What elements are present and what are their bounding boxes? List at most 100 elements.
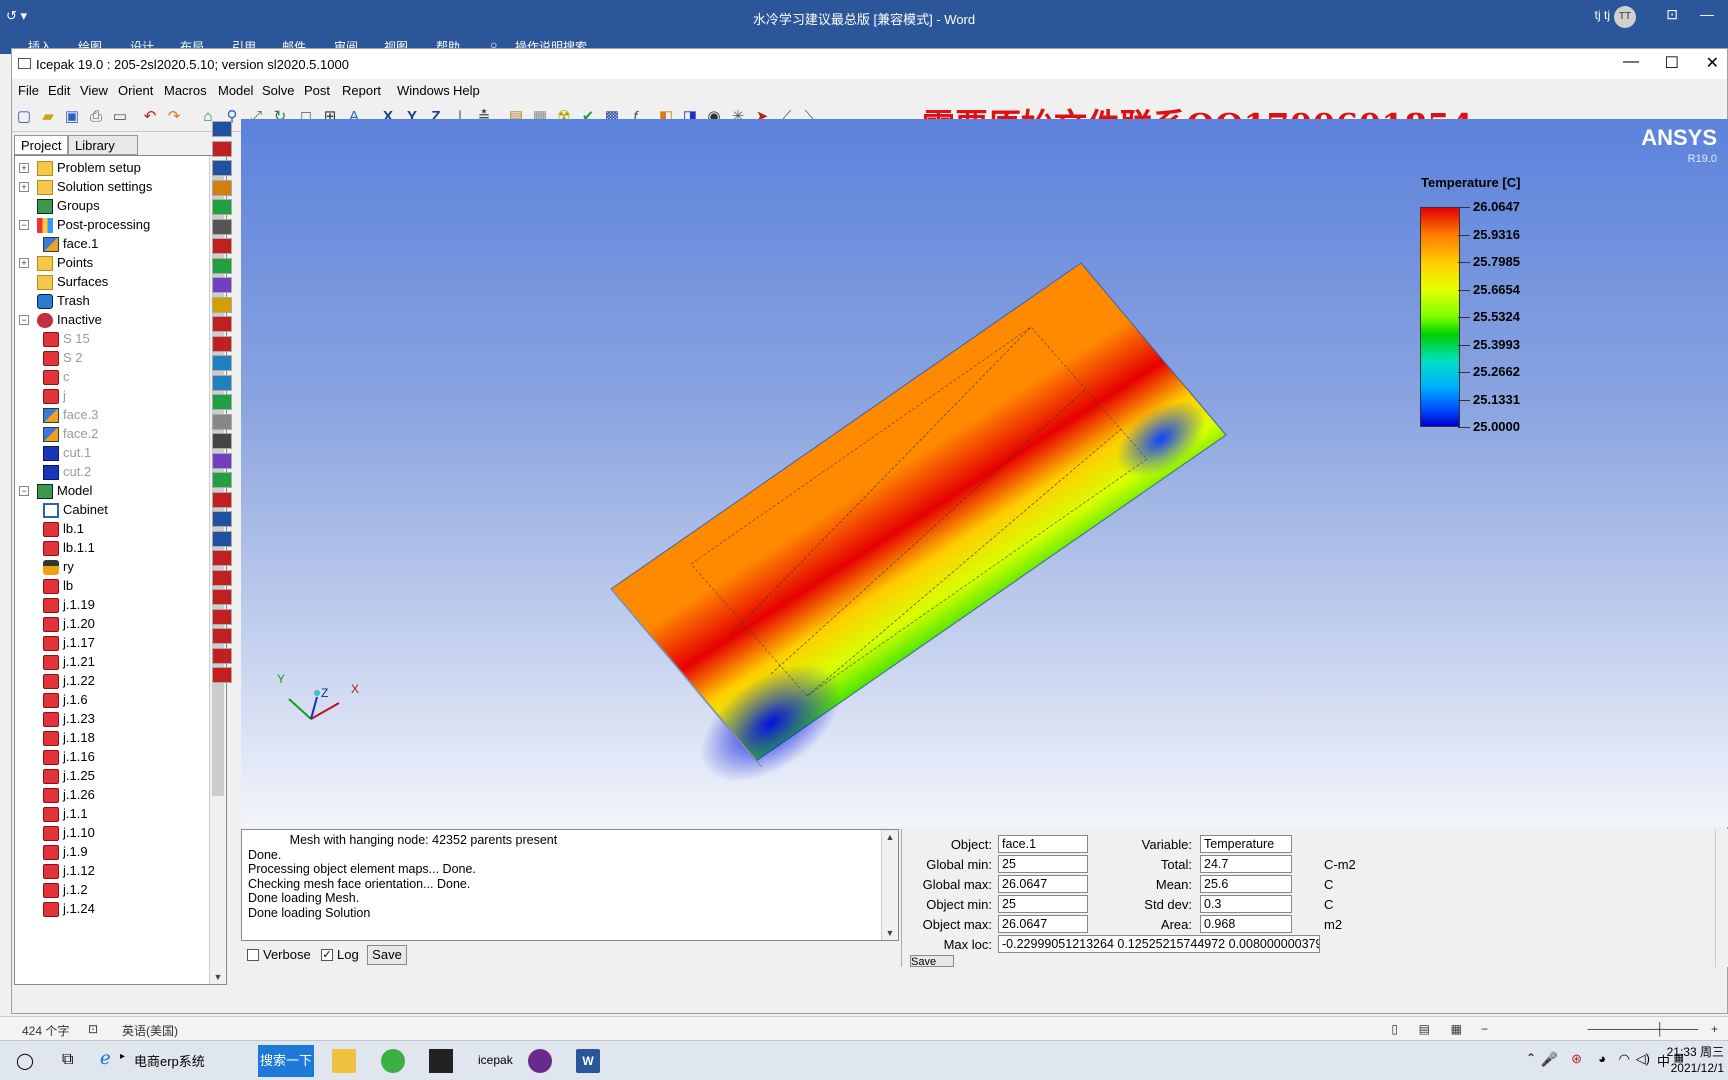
app-icon[interactable]	[528, 1049, 552, 1073]
variable-field[interactable]: Temperature	[1200, 835, 1292, 853]
save-icon[interactable]: ▣	[62, 107, 82, 127]
object-tool-icon[interactable]	[212, 218, 232, 235]
zoom-in-icon[interactable]: +	[1711, 1022, 1718, 1036]
qq-icon[interactable]: ◕	[1598, 1051, 1606, 1066]
print-icon[interactable]: ⎙	[86, 107, 106, 127]
std-dev-field[interactable]: 0.3	[1200, 895, 1292, 913]
icepak-taskbar-item[interactable]: icepak	[478, 1053, 513, 1067]
collapse-icon[interactable]: −	[19, 315, 29, 325]
task-view-icon[interactable]: ⧉	[62, 1051, 73, 1069]
tab-project[interactable]: Project	[14, 135, 68, 155]
collapse-icon[interactable]: −	[19, 220, 29, 230]
undo-icon[interactable]: ↶	[140, 107, 160, 127]
object-tool-icon[interactable]	[212, 608, 232, 625]
menu-windows[interactable]: Windows	[397, 83, 450, 98]
menu-post[interactable]: Post	[304, 83, 330, 98]
object-tool-icon[interactable]	[212, 491, 232, 508]
log-scrollbar[interactable]: ▲ ▼	[881, 830, 898, 940]
save-log-button[interactable]: Save	[367, 945, 407, 965]
total-field[interactable]: 24.7	[1200, 855, 1292, 873]
redo-icon[interactable]: ↷	[164, 107, 184, 127]
zoom-slider[interactable]: ────────┼────	[1587, 1022, 1698, 1036]
browser-dropdown-icon[interactable]: ▸	[120, 1051, 125, 1062]
system-clock[interactable]: 21:33 周三 2021/12/1	[1667, 1044, 1724, 1076]
menu-solve[interactable]: Solve	[262, 83, 295, 98]
tab-library[interactable]: Library	[68, 135, 138, 155]
menu-macros[interactable]: Macros	[164, 83, 207, 98]
microphone-icon[interactable]: 🎤	[1541, 1051, 1558, 1068]
mean-field[interactable]: 25.6	[1200, 875, 1292, 893]
object-tool-icon[interactable]	[212, 296, 232, 313]
area-field[interactable]: 0.968	[1200, 915, 1292, 933]
object-tool-icon[interactable]	[212, 511, 232, 527]
menu-help[interactable]: Help	[453, 83, 480, 98]
results-scrollbar[interactable]	[1715, 829, 1728, 967]
menu-view[interactable]: View	[80, 83, 108, 98]
file-explorer-icon[interactable]	[332, 1049, 356, 1073]
security-icon[interactable]: ⊛	[1571, 1051, 1582, 1067]
object-field[interactable]: face.1	[998, 835, 1088, 853]
network-icon[interactable]: ◠	[1619, 1051, 1630, 1067]
object-tool-icon[interactable]	[212, 413, 232, 430]
object-tool-icon[interactable]	[212, 628, 232, 644]
object-tool-icon[interactable]	[212, 589, 232, 605]
proofing-icon[interactable]: ⊡	[88, 1022, 98, 1036]
expand-icon[interactable]: +	[19, 258, 29, 268]
maximize-icon[interactable]: ☐	[1665, 53, 1679, 73]
verbose-checkbox[interactable]	[247, 949, 259, 961]
avatar[interactable]: TT	[1614, 6, 1636, 28]
display-icon[interactable]: ▭	[110, 107, 130, 127]
menu-edit[interactable]: Edit	[48, 83, 70, 98]
graphics-viewport[interactable]: ANSYS R19.0 Temperature [C] 26.0647 25.93…	[241, 119, 1728, 827]
object-tool-icon[interactable]	[212, 550, 232, 566]
start-circle-icon[interactable]: ◯	[16, 1051, 34, 1071]
message-log[interactable]: Mesh with hanging node: 42352 parents pr…	[241, 829, 899, 941]
object-tool-icon[interactable]	[212, 160, 232, 176]
new-project-icon[interactable]: ▢	[14, 107, 34, 127]
global-min-field[interactable]: 25	[998, 855, 1088, 873]
object-tool-icon[interactable]	[212, 179, 232, 196]
object-tool-icon[interactable]	[212, 452, 232, 469]
menu-report[interactable]: Report	[342, 83, 381, 98]
expand-icon[interactable]: +	[19, 182, 29, 192]
object-tool-icon[interactable]	[212, 667, 232, 683]
object-min-field[interactable]: 25	[998, 895, 1088, 913]
web-layout-icon[interactable]: ▦	[1451, 1022, 1462, 1036]
minimize-icon[interactable]: —	[1623, 53, 1639, 71]
object-tool-icon[interactable]	[212, 277, 232, 293]
object-tool-icon[interactable]	[212, 121, 232, 137]
object-max-field[interactable]: 26.0647	[998, 915, 1088, 933]
object-tool-icon[interactable]	[212, 199, 232, 215]
global-max-field[interactable]: 26.0647	[998, 875, 1088, 893]
object-tool-icon[interactable]	[212, 394, 232, 410]
log-checkbox[interactable]: ✓	[321, 949, 333, 961]
collapse-icon[interactable]: −	[19, 486, 29, 496]
object-tool-icon[interactable]	[212, 140, 232, 157]
expand-icon[interactable]: +	[19, 163, 29, 173]
search-button[interactable]: 搜索一下	[258, 1045, 314, 1077]
scroll-up-icon[interactable]: ▲	[882, 832, 898, 842]
word-icon[interactable]: W	[576, 1049, 600, 1073]
close-icon[interactable]: ✕	[1706, 53, 1719, 73]
word-count[interactable]: 424 个字	[22, 1022, 69, 1039]
object-tool-icon[interactable]	[212, 569, 232, 586]
object-tool-icon[interactable]	[212, 374, 232, 391]
zoom-out-icon[interactable]: −	[1481, 1022, 1488, 1036]
object-tool-icon[interactable]	[212, 647, 232, 664]
max-loc-field[interactable]: -0.22999051213264 0.12525215744972 0.008…	[998, 935, 1320, 953]
browser-tab-title[interactable]: 电商erp系统	[134, 1051, 205, 1070]
ribbon-display-icon[interactable]: ⊡	[1666, 6, 1678, 23]
browser-360-icon[interactable]	[381, 1049, 405, 1073]
menu-model[interactable]: Model	[218, 83, 253, 98]
word-minimize-icon[interactable]: —	[1700, 6, 1714, 22]
object-tool-icon[interactable]	[212, 257, 232, 274]
tray-chevron-icon[interactable]: ⌃	[1526, 1051, 1536, 1065]
object-tool-icon[interactable]	[212, 472, 232, 488]
browser-icon[interactable]: ℯ	[100, 1048, 111, 1069]
object-tool-icon[interactable]	[212, 238, 232, 254]
save-results-button[interactable]: Save	[910, 955, 954, 967]
scroll-down-icon[interactable]: ▼	[882, 928, 898, 938]
object-tool-icon[interactable]	[212, 530, 232, 547]
object-tool-icon[interactable]	[212, 433, 232, 449]
open-icon[interactable]: ▰	[38, 107, 58, 127]
